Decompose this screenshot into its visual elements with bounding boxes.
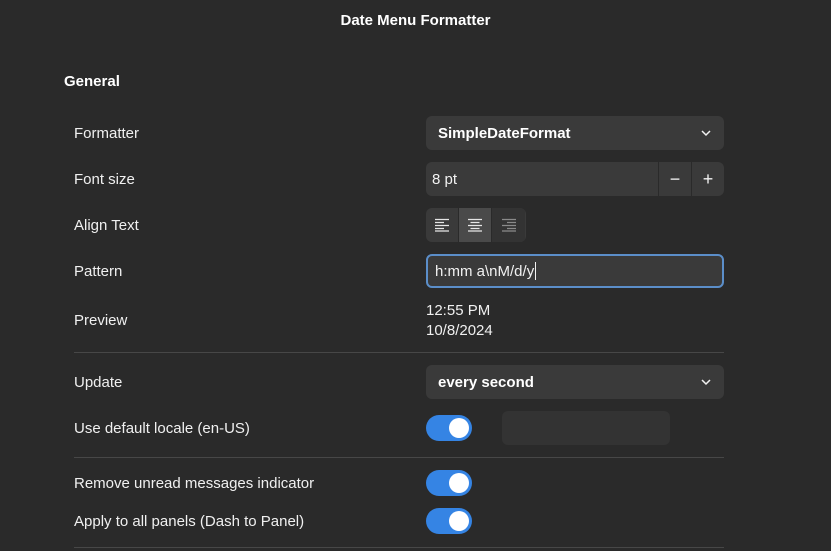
pattern-label: Pattern [74, 263, 123, 280]
window-title: Date Menu Formatter [340, 11, 491, 29]
align-left-icon [435, 218, 449, 232]
preview-line-1: 12:55 PM [426, 302, 491, 319]
separator [74, 547, 724, 548]
update-value: every second [438, 373, 534, 391]
formatter-value: SimpleDateFormat [438, 124, 571, 142]
align-center-icon [468, 218, 482, 232]
align-text-label: Align Text [74, 217, 139, 234]
apply-all-panels-switch[interactable] [426, 508, 472, 534]
formatter-label: Formatter [74, 125, 140, 142]
text-caret [535, 262, 537, 280]
increase-button[interactable]: + [691, 162, 724, 196]
remove-unread-switch[interactable] [426, 470, 472, 496]
pattern-input[interactable]: h:mm a\nM/d/y [426, 254, 724, 288]
chevron-down-icon [701, 130, 711, 137]
default-locale-label: Use default locale (en-US) [74, 420, 250, 437]
update-dropdown[interactable]: every second [426, 365, 724, 399]
align-right-icon [501, 218, 516, 232]
align-center-button[interactable] [459, 208, 492, 242]
formatter-dropdown[interactable]: SimpleDateFormat [426, 116, 724, 150]
update-label: Update [74, 374, 123, 391]
align-text-buttons [426, 208, 526, 242]
preview-text: 12:55 PM 10/8/2024 [426, 301, 493, 341]
switch-knob [449, 418, 469, 438]
chevron-down-icon [701, 379, 711, 386]
preview-line-2: 10/8/2024 [426, 322, 493, 339]
apply-all-panels-label: Apply to all panels (Dash to Panel) [74, 513, 305, 530]
preview-label: Preview [74, 312, 128, 329]
switch-knob [449, 473, 469, 493]
locale-input[interactable] [502, 411, 670, 445]
font-size-label: Font size [74, 171, 135, 188]
align-right-button[interactable] [492, 208, 525, 242]
switch-knob [449, 511, 469, 531]
group-title-general: General [64, 73, 120, 90]
align-left-button[interactable] [426, 208, 459, 242]
font-size-value[interactable]: 8 pt [426, 171, 658, 188]
decrease-button[interactable]: − [658, 162, 691, 196]
separator [74, 352, 724, 353]
default-locale-switch[interactable] [426, 415, 472, 441]
separator [74, 457, 724, 458]
pattern-value: h:mm a\nM/d/y [435, 262, 535, 280]
remove-unread-label: Remove unread messages indicator [74, 475, 315, 492]
font-size-spinbutton: 8 pt − + [426, 162, 724, 196]
